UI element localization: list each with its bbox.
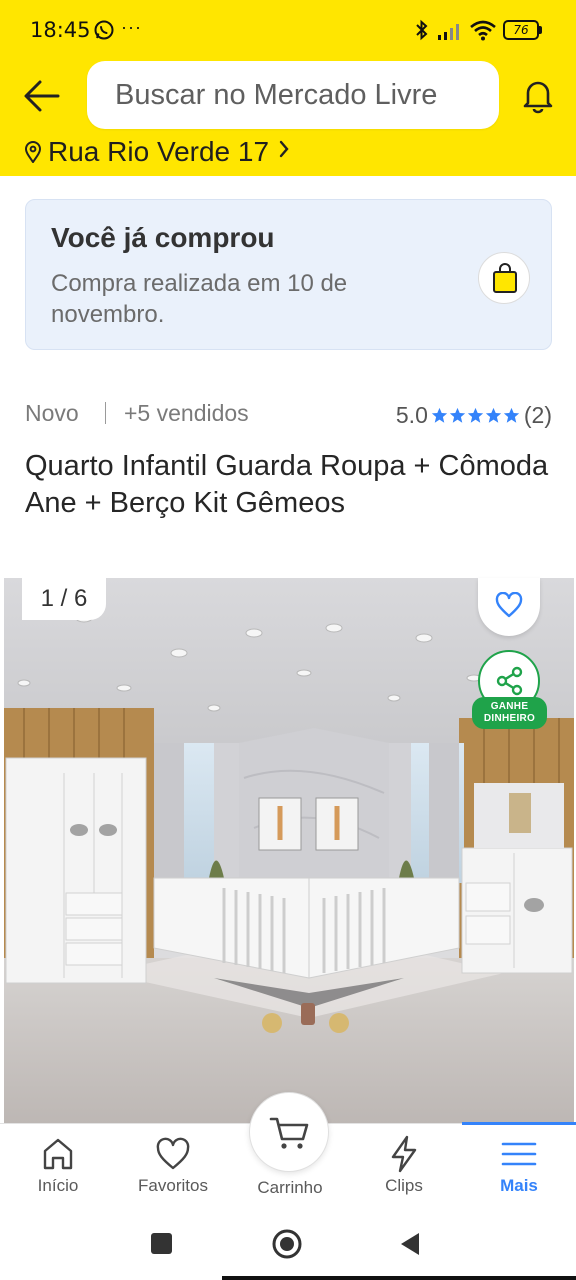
battery-tip xyxy=(539,26,542,34)
product-meta: Novo +5 vendidos 5.0 (2) xyxy=(25,400,552,434)
star-icon xyxy=(467,407,484,423)
nav-item-favoritos[interactable]: Favoritos xyxy=(123,1128,223,1203)
delivery-address[interactable]: Rua Rio Verde 17 xyxy=(24,134,291,170)
search-input[interactable] xyxy=(115,61,495,129)
heart-icon xyxy=(156,1137,190,1170)
whatsapp-icon xyxy=(94,20,114,40)
purchase-notice-title: Você já comprou xyxy=(51,222,275,253)
star-icon xyxy=(449,407,466,423)
menu-icon xyxy=(501,1142,537,1166)
shopping-bag-icon xyxy=(493,263,517,293)
star-icon xyxy=(431,407,448,423)
nav-item-mais[interactable]: Mais xyxy=(469,1128,569,1203)
nav-item-clips[interactable]: Clips xyxy=(354,1128,454,1203)
status-more: ··· xyxy=(121,17,142,37)
share-icon xyxy=(496,666,523,696)
status-time: 18:45 xyxy=(30,18,91,42)
earn-label-line1: GANHE xyxy=(490,701,529,712)
nav-label-clips: Clips xyxy=(385,1176,423,1195)
gesture-bar xyxy=(222,1276,576,1280)
signal-icon xyxy=(438,24,459,40)
clips-icon xyxy=(391,1135,417,1173)
battery-icon: 76 xyxy=(503,20,543,40)
address-text: Rua Rio Verde 17 xyxy=(48,136,270,167)
product-condition: Novo xyxy=(25,400,79,426)
status-bar: 18:45 ··· 76 xyxy=(0,0,576,60)
product-title: Quarto Infantil Guarda Roupa + Cômoda An… xyxy=(25,450,549,519)
purchase-notice-description: Compra realizada em 10 de novembro. xyxy=(51,270,348,328)
search-bar[interactable] xyxy=(87,61,499,129)
image-counter: 1 / 6 xyxy=(22,578,106,620)
back-arrow-icon[interactable] xyxy=(22,78,62,114)
bluetooth-icon xyxy=(416,19,428,41)
wifi-icon xyxy=(470,20,496,41)
earn-money-badge[interactable]: GANHE DINHEIRO xyxy=(472,697,547,729)
nav-label-favoritos: Favoritos xyxy=(138,1176,208,1195)
screen: 18:45 ··· 76 Buscar no Mercado Livre Rua… xyxy=(0,0,576,1280)
home-icon xyxy=(43,1138,73,1170)
home-button[interactable] xyxy=(271,1228,303,1260)
bell-icon[interactable] xyxy=(519,76,557,114)
recents-button[interactable] xyxy=(151,1233,172,1254)
location-pin-icon xyxy=(24,141,42,163)
earn-label-line2: DINHEIRO xyxy=(483,713,536,724)
nav-label-carrinho: Carrinho xyxy=(257,1178,323,1197)
active-tab-indicator xyxy=(462,1122,576,1125)
meta-divider xyxy=(105,402,106,424)
star-icon xyxy=(485,407,502,423)
cart-icon xyxy=(269,1117,309,1149)
nav-item-carrinho[interactable] xyxy=(249,1092,329,1172)
rating-count: (2) xyxy=(523,402,552,428)
system-back-button[interactable] xyxy=(398,1231,422,1257)
battery-level: 76 xyxy=(503,20,539,40)
heart-icon xyxy=(495,592,523,618)
rating-summary[interactable]: 5.0 (2) xyxy=(396,402,552,429)
nav-label-inicio: Início xyxy=(37,1176,79,1195)
shopping-bag-badge xyxy=(478,252,530,304)
rating-stars xyxy=(431,407,521,424)
chevron-right-icon xyxy=(279,140,289,158)
rating-score: 5.0 xyxy=(395,402,428,428)
nav-item-inicio[interactable]: Início xyxy=(8,1128,108,1203)
sold-count: +5 vendidos xyxy=(124,400,249,426)
purchase-notice-card[interactable]: Você já comprou Compra realizada em 10 d… xyxy=(25,199,552,350)
star-icon xyxy=(503,407,520,423)
nav-label-mais: Mais xyxy=(500,1176,538,1195)
